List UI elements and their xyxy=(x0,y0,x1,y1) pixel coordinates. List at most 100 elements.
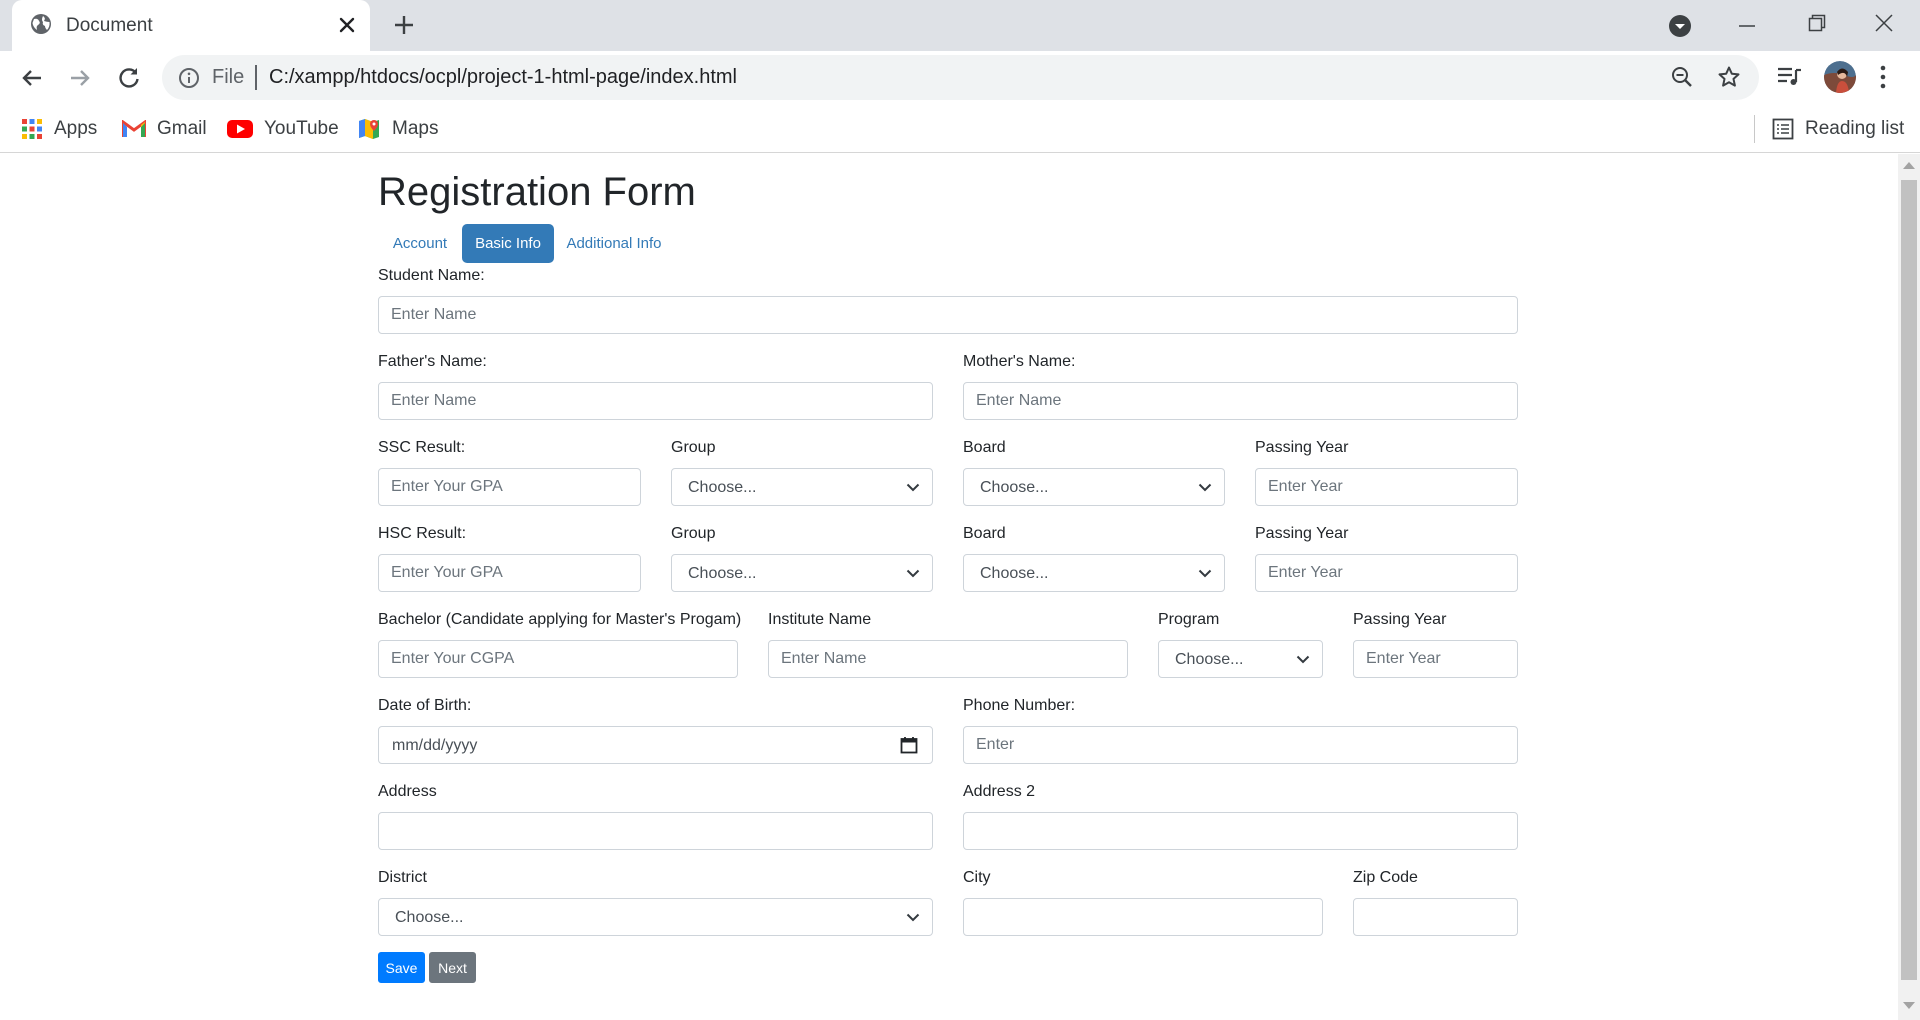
url-separator xyxy=(255,65,257,90)
url-text[interactable]: C:/xampp/htdocs/ocpl/project-1-html-page… xyxy=(269,66,737,89)
ssc-board-select[interactable]: Choose... xyxy=(963,468,1225,506)
close-tab-icon[interactable] xyxy=(336,14,358,36)
bookmark-gmail-label: Gmail xyxy=(157,118,207,139)
dob-placeholder: mm/dd/yyyy xyxy=(392,737,478,754)
institute-name-label: Institute Name xyxy=(768,611,872,628)
tab-strip: Document xyxy=(0,0,1920,51)
reading-list-icon xyxy=(1772,118,1794,140)
next-button[interactable]: Next xyxy=(429,952,476,983)
globe-icon xyxy=(30,13,52,35)
tab-title: Document xyxy=(66,15,153,36)
bookmark-maps-label: Maps xyxy=(392,118,439,139)
reload-icon[interactable] xyxy=(116,65,142,91)
chevron-down-icon xyxy=(906,483,920,492)
bachelor-cgpa-input[interactable] xyxy=(378,640,738,678)
district-value: Choose... xyxy=(395,909,464,926)
restore-window-icon[interactable] xyxy=(1807,13,1827,33)
address-label: Address xyxy=(378,783,437,800)
address-bar[interactable]: File C:/xampp/htdocs/ocpl/project-1-html… xyxy=(162,55,1759,100)
save-button[interactable]: Save xyxy=(378,952,425,983)
ssc-gpa-input[interactable] xyxy=(378,468,641,506)
address2-input[interactable] xyxy=(963,812,1518,850)
zoom-out-icon[interactable] xyxy=(1671,66,1693,88)
phone-input[interactable] xyxy=(963,726,1518,764)
url-scheme: File xyxy=(212,66,245,88)
media-queue-icon[interactable] xyxy=(1777,66,1803,88)
page-title: Registration Form xyxy=(378,170,696,214)
bookmark-apps-label: Apps xyxy=(54,118,98,139)
ssc-board-value: Choose... xyxy=(980,479,1049,496)
scrollbar-thumb[interactable] xyxy=(1901,180,1917,980)
browser-tab[interactable]: Document xyxy=(12,0,370,51)
more-menu-icon[interactable] xyxy=(1879,64,1887,90)
minimize-icon[interactable] xyxy=(1739,24,1755,28)
hsc-year-label: Passing Year xyxy=(1255,525,1349,542)
profile-avatar[interactable] xyxy=(1824,61,1856,93)
bookmark-gmail[interactable]: Gmail xyxy=(122,114,207,144)
close-window-icon[interactable] xyxy=(1874,13,1894,33)
student-name-input[interactable] xyxy=(378,296,1518,334)
chevron-down-icon xyxy=(906,569,920,578)
bookmark-youtube-label: YouTube xyxy=(264,118,339,139)
tab-search-icon[interactable] xyxy=(1668,14,1692,38)
student-name-label: Student Name: xyxy=(378,267,485,284)
ssc-group-value: Choose... xyxy=(688,479,757,496)
institute-name-input[interactable] xyxy=(768,640,1128,678)
hsc-group-label: Group xyxy=(671,525,716,542)
hsc-board-value: Choose... xyxy=(980,565,1049,582)
bookmark-apps[interactable]: Apps xyxy=(21,114,97,144)
calendar-icon[interactable] xyxy=(900,736,918,754)
district-select[interactable]: Choose... xyxy=(378,898,933,936)
address2-label: Address 2 xyxy=(963,783,1036,800)
page-viewport: Registration Form Account Basic Info Add… xyxy=(0,154,1898,1020)
tab-basic-info[interactable]: Basic Info xyxy=(462,224,554,263)
dob-date-input[interactable]: mm/dd/yyyy xyxy=(378,726,933,764)
district-label: District xyxy=(378,869,427,886)
hsc-gpa-input[interactable] xyxy=(378,554,641,592)
chevron-down-icon xyxy=(1198,569,1212,578)
bookmark-star-icon[interactable] xyxy=(1717,65,1741,89)
program-select[interactable]: Choose... xyxy=(1158,640,1323,678)
tab-additional-info[interactable]: Additional Info xyxy=(554,224,674,263)
bachelor-year-label: Passing Year xyxy=(1353,611,1447,628)
bachelor-year-input[interactable] xyxy=(1353,640,1518,678)
dob-label: Date of Birth: xyxy=(378,697,472,714)
reading-list-label: Reading list xyxy=(1805,118,1905,139)
city-label: City xyxy=(963,869,991,886)
bachelor-label: Bachelor (Candidate applying for Master'… xyxy=(378,611,742,628)
tab-account[interactable]: Account xyxy=(378,224,462,263)
father-name-input[interactable] xyxy=(378,382,933,420)
ssc-year-input[interactable] xyxy=(1255,468,1518,506)
program-label: Program xyxy=(1158,611,1220,628)
mother-name-input[interactable] xyxy=(963,382,1518,420)
scroll-up-arrow-icon[interactable] xyxy=(1903,162,1915,169)
ssc-result-label: SSC Result: xyxy=(378,439,466,456)
apps-grid-icon xyxy=(21,118,43,140)
zip-label: Zip Code xyxy=(1353,869,1418,886)
hsc-board-select[interactable]: Choose... xyxy=(963,554,1225,592)
hsc-result-label: HSC Result: xyxy=(378,525,467,542)
back-arrow-icon[interactable] xyxy=(20,66,44,90)
reading-list-button[interactable]: Reading list xyxy=(1772,114,1904,144)
bookmark-maps[interactable]: Maps xyxy=(357,114,438,144)
bookmarks-bar: Apps Gmail YouTube Maps Reading list xyxy=(0,105,1920,153)
ssc-year-label: Passing Year xyxy=(1255,439,1349,456)
chevron-down-icon xyxy=(906,913,920,922)
hsc-year-input[interactable] xyxy=(1255,554,1518,592)
ssc-board-label: Board xyxy=(963,439,1006,456)
youtube-icon xyxy=(227,120,253,138)
ssc-group-select[interactable]: Choose... xyxy=(671,468,933,506)
scroll-down-arrow-icon[interactable] xyxy=(1903,1002,1915,1009)
bookmark-youtube[interactable]: YouTube xyxy=(227,114,339,144)
address-input[interactable] xyxy=(378,812,933,850)
new-tab-icon[interactable] xyxy=(392,13,416,37)
info-icon[interactable] xyxy=(178,67,200,89)
hsc-group-value: Choose... xyxy=(688,565,757,582)
phone-label: Phone Number: xyxy=(963,697,1076,714)
hsc-group-select[interactable]: Choose... xyxy=(671,554,933,592)
city-input[interactable] xyxy=(963,898,1323,936)
forward-arrow-icon[interactable] xyxy=(68,66,92,90)
chevron-down-icon xyxy=(1198,483,1212,492)
vertical-scrollbar[interactable] xyxy=(1898,154,1920,1020)
zip-input[interactable] xyxy=(1353,898,1518,936)
